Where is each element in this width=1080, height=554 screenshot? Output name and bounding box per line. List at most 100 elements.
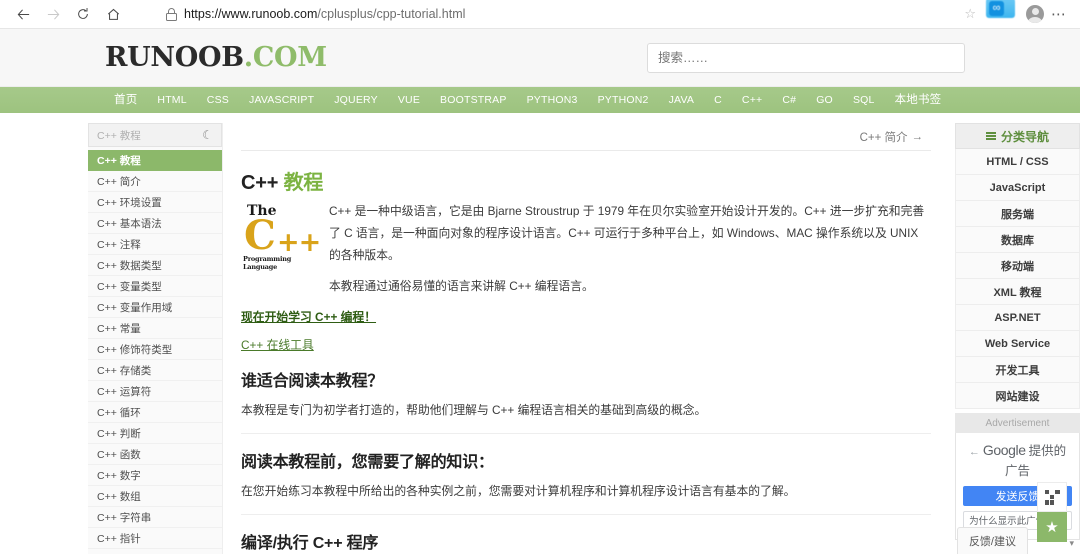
sidebar-item-cpp-storage[interactable]: C++ 存储类: [88, 360, 222, 381]
category-nav-title: 分类导航: [1000, 129, 1049, 144]
nav-item-home[interactable]: 首页: [104, 87, 147, 113]
logo-primary: RUNOOB: [105, 42, 244, 73]
logo-secondary: .COM: [243, 42, 327, 73]
sidebar-item-cpp-datatypes[interactable]: C++ 数据类型: [88, 255, 222, 276]
heading-prerequisites: 阅读本教程前，您需要了解的知识：: [241, 454, 494, 472]
sidebar-item-cpp-comments[interactable]: C++ 注释: [88, 234, 222, 255]
sidebar-item-cpp-constants[interactable]: C++ 常量: [88, 318, 222, 339]
nav-item-python3[interactable]: PYTHON3: [517, 87, 588, 113]
reload-button[interactable]: [68, 2, 98, 26]
paragraph-who-should-read: 本教程是专门为初学者打造的，帮助他们理解与 C++ 编程语言相关的基础到高级的概…: [241, 403, 707, 418]
online-tool-link[interactable]: C++ 在线工具: [241, 336, 931, 353]
extension-icon: ∞: [989, 0, 1004, 16]
forward-button[interactable]: [38, 2, 68, 26]
category-item-database[interactable]: 数据库: [955, 227, 1080, 253]
category-item-server[interactable]: 服务端: [955, 201, 1080, 227]
nav-item-cpp[interactable]: C++: [732, 87, 772, 113]
sidebar-item-cpp-intro[interactable]: C++ 简介: [88, 171, 222, 192]
qr-code-icon: [1044, 489, 1060, 505]
sidebar-item-cpp-varscope[interactable]: C++ 变量作用域: [88, 297, 222, 318]
extension-badge[interactable]: ∞: [986, 0, 1015, 18]
nav-item-go[interactable]: GO: [806, 87, 843, 113]
nav-item-java[interactable]: JAVA: [659, 87, 705, 113]
category-item-html-css[interactable]: HTML / CSS: [955, 149, 1080, 175]
cpp-logo-c: C: [244, 212, 276, 259]
sidebar-search-placeholder: C++ 教程: [97, 129, 141, 142]
cpp-logo-pp: ++: [277, 227, 321, 258]
left-sidebar: C++ 教程 ☾ C++ 教程 C++ 简介 C++ 环境设置 C++ 基本语法…: [88, 123, 223, 554]
site-logo[interactable]: RUNOOB.COM: [105, 42, 327, 73]
sidebar-item-cpp-numbers[interactable]: C++ 数字: [88, 465, 222, 486]
divider: [241, 433, 931, 435]
address-bar[interactable]: https://www.runoob.com/cplusplus/cpp-tut…: [138, 3, 958, 25]
ad-back-arrow-icon[interactable]: ←: [969, 445, 980, 460]
add-favorite-button[interactable]: ★: [1037, 512, 1067, 542]
sidebar-search[interactable]: C++ 教程 ☾: [88, 123, 222, 147]
moon-icon[interactable]: ☾: [202, 128, 213, 142]
sidebar-item-cpp-conditions[interactable]: C++ 判断: [88, 423, 222, 444]
sidebar-item-cpp-functions[interactable]: C++ 函数: [88, 444, 222, 465]
ad-attribution-line2: 广告: [1004, 463, 1030, 478]
category-item-xml[interactable]: XML 教程: [955, 279, 1080, 305]
browser-toolbar: https://www.runoob.com/cplusplus/cpp-tut…: [0, 0, 1080, 29]
category-item-mobile[interactable]: 移动端: [955, 253, 1080, 279]
nav-item-jquery[interactable]: JQUERY: [324, 87, 388, 113]
intro-section: The C ++ Programming Language C++ 是一种中级语…: [241, 201, 931, 308]
sidebar-item-cpp-pointers[interactable]: C++ 指针: [88, 528, 222, 549]
sidebar-item-cpp-modifiers[interactable]: C++ 修饰符类型: [88, 339, 222, 360]
page-title-black: C++: [241, 172, 279, 194]
category-item-javascript[interactable]: JavaScript: [955, 175, 1080, 201]
floating-actions: ★: [1037, 482, 1067, 542]
star-icon[interactable]: ☆: [964, 6, 976, 22]
nav-item-c[interactable]: C: [704, 87, 732, 113]
next-page-link[interactable]: C++ 简介: [860, 129, 908, 145]
start-learning-link[interactable]: 现在开始学习 C++ 编程！: [241, 308, 931, 325]
nav-item-csharp[interactable]: C#: [772, 87, 806, 113]
nav-item-bootstrap[interactable]: BOOTSTRAP: [430, 87, 517, 113]
sidebar-item-cpp-env[interactable]: C++ 环境设置: [88, 192, 222, 213]
search-input[interactable]: [647, 42, 965, 73]
advertisement-label: Advertisement: [955, 413, 1080, 433]
category-nav-header: 分类导航: [955, 123, 1080, 149]
url-domain: https://www.runoob.com: [184, 7, 318, 21]
account-avatar-icon[interactable]: [1026, 5, 1044, 23]
url-path: /cplusplus/cpp-tutorial.html: [317, 7, 466, 21]
category-item-devtools[interactable]: 开发工具: [955, 357, 1080, 383]
intro-text: C++ 是一种中级语言，它是由 Bjarne Stroustrup 于 1979…: [329, 201, 931, 308]
sidebar-item-cpp-vartypes[interactable]: C++ 变量类型: [88, 276, 222, 297]
more-options-icon[interactable]: ⋯: [1046, 5, 1072, 23]
sidebar-item-cpp-arrays[interactable]: C++ 数组: [88, 486, 222, 507]
list-icon: [985, 131, 996, 141]
sidebar-item-cpp-syntax[interactable]: C++ 基本语法: [88, 213, 222, 234]
sidebar-item-cpp-operators[interactable]: C++ 运算符: [88, 381, 222, 402]
intro-paragraph-1: C++ 是一种中级语言，它是由 Bjarne Stroustrup 于 1979…: [329, 204, 925, 262]
lock-icon: [166, 7, 177, 21]
heading-compile-execute: 编译/执行 C++ 程序: [241, 534, 379, 552]
sidebar-item-cpp-strings[interactable]: C++ 字符串: [88, 507, 222, 528]
category-item-website[interactable]: 网站建设: [955, 383, 1080, 409]
back-button[interactable]: [8, 2, 38, 26]
nav-item-python2[interactable]: PYTHON2: [588, 87, 659, 113]
sidebar-item-cpp-tutorial[interactable]: C++ 教程: [88, 150, 222, 171]
scroll-down-caret-icon[interactable]: ▾: [1069, 538, 1074, 549]
nav-item-javascript[interactable]: JAVASCRIPT: [239, 87, 324, 113]
heading-who-should-read: 谁适合阅读本教程？: [241, 373, 384, 391]
page-title: C++ 教程: [241, 166, 931, 195]
home-button[interactable]: [98, 2, 128, 26]
nav-item-html[interactable]: HTML: [147, 87, 196, 113]
nav-item-vue[interactable]: VUE: [388, 87, 430, 113]
nav-item-bookmarks[interactable]: 本地书签: [885, 87, 952, 113]
main-content: C++ 简介 → C++ 教程 The C ++ Programming Lan…: [223, 123, 949, 554]
feedback-tab[interactable]: 反馈/建议: [956, 527, 1028, 554]
divider: [241, 513, 931, 515]
content-area: C++ 教程 ☾ C++ 教程 C++ 简介 C++ 环境设置 C++ 基本语法…: [0, 113, 1080, 554]
category-item-webservice[interactable]: Web Service: [955, 331, 1080, 357]
category-item-aspnet[interactable]: ASP.NET: [955, 305, 1080, 331]
sidebar-item-cpp-references[interactable]: C++ 引用: [88, 549, 222, 554]
star-icon: ★: [1045, 519, 1059, 536]
search-container: [647, 42, 965, 73]
nav-item-sql[interactable]: SQL: [843, 87, 885, 113]
sidebar-item-cpp-loops[interactable]: C++ 循环: [88, 402, 222, 423]
nav-item-css[interactable]: CSS: [197, 87, 239, 113]
qr-code-button[interactable]: [1037, 482, 1067, 512]
